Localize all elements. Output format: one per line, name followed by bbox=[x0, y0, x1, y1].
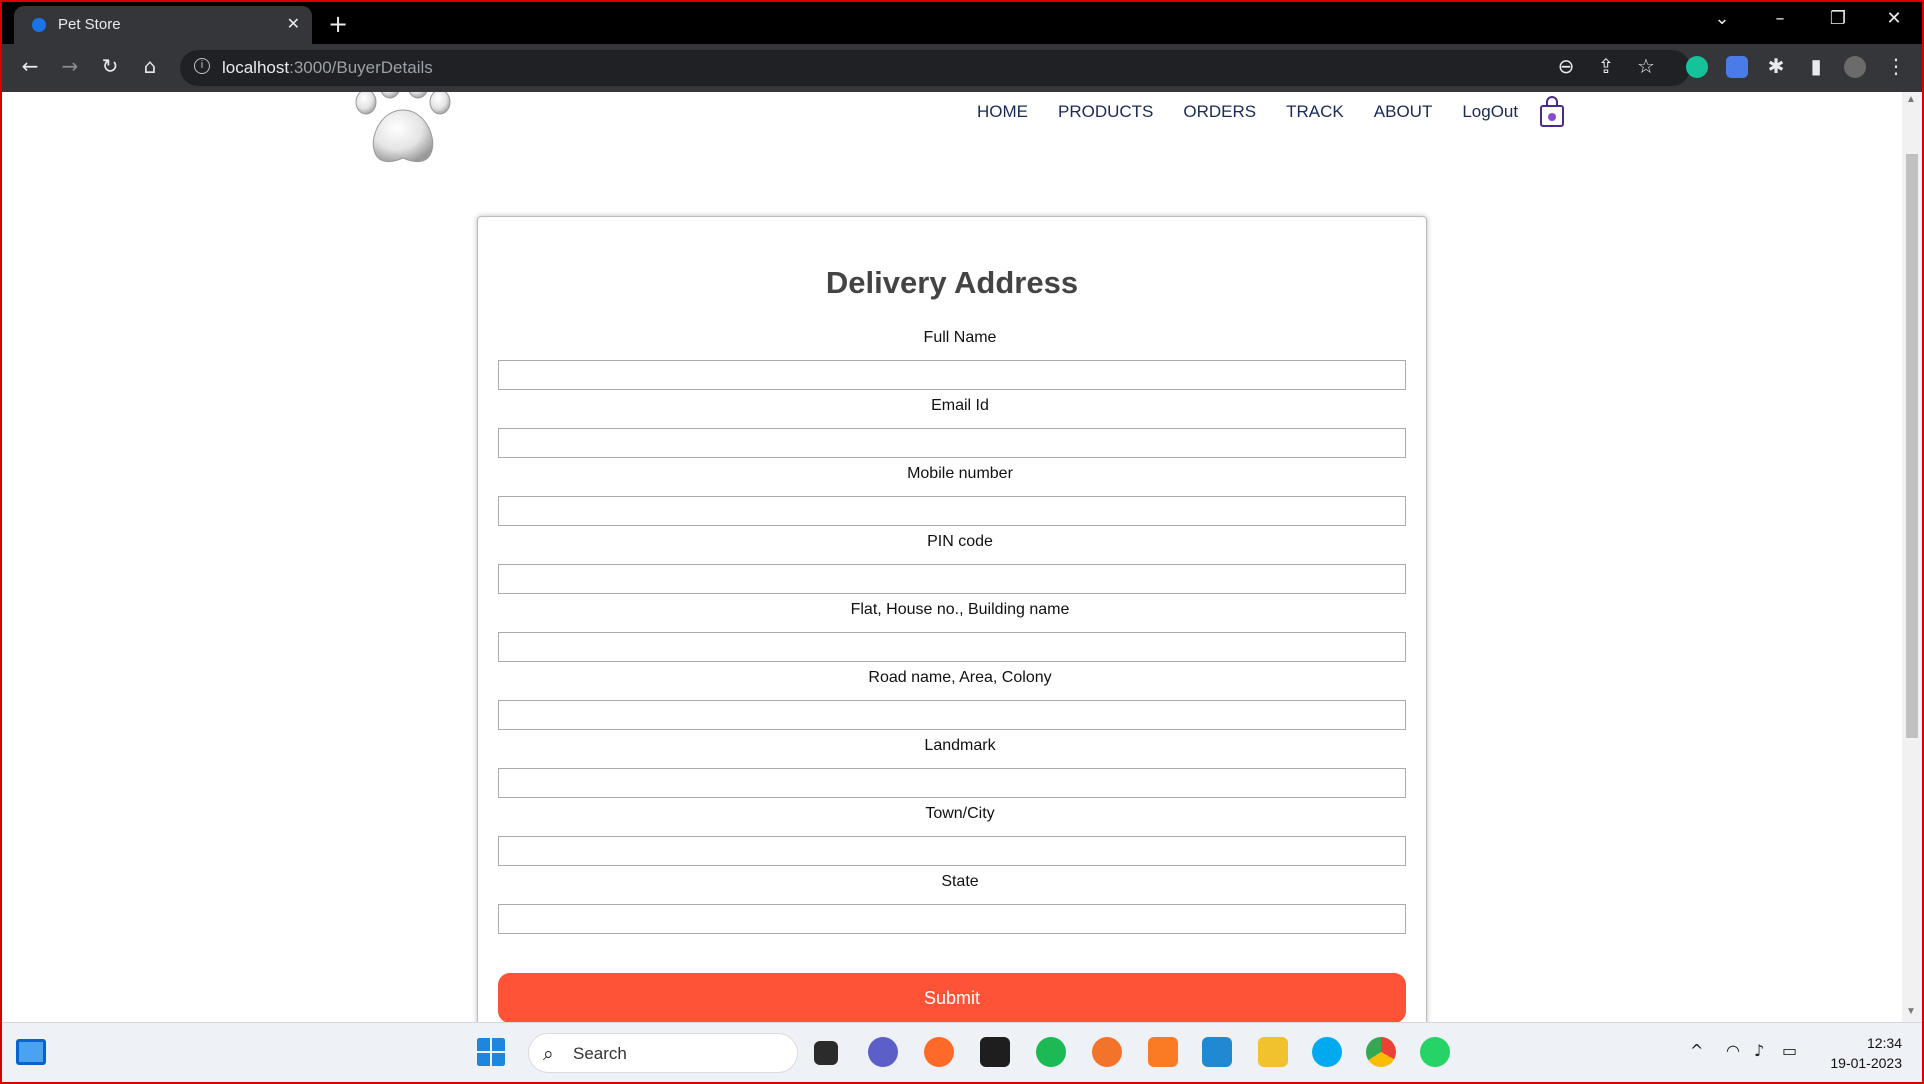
clock-date: 19-01-2023 bbox=[1830, 1055, 1902, 1071]
browser-window: Pet Store ✕ + ⌄ – ❐ ✕ ← → ↻ ⌂ i localhos… bbox=[2, 2, 1922, 1082]
field-full-name: Full Name bbox=[498, 329, 1406, 390]
field-state: State bbox=[498, 873, 1406, 934]
reload-icon[interactable]: ↻ bbox=[96, 54, 124, 78]
whatsapp-icon[interactable] bbox=[1420, 1037, 1450, 1067]
mobile-label: Mobile number bbox=[907, 465, 1013, 482]
email-input[interactable] bbox=[498, 428, 1406, 458]
town-city-input[interactable] bbox=[498, 836, 1406, 866]
url-text[interactable]: localhost:3000/BuyerDetails bbox=[222, 58, 433, 78]
nav-logout[interactable]: LogOut bbox=[1462, 102, 1518, 122]
field-road: Road name, Area, Colony bbox=[498, 669, 1406, 730]
taskbar-search-label: Search bbox=[573, 1044, 627, 1063]
file-explorer-icon[interactable] bbox=[1258, 1037, 1288, 1067]
extensions-puzzle-icon[interactable]: ✱ bbox=[1762, 54, 1790, 78]
teams-chat-icon[interactable] bbox=[868, 1037, 898, 1067]
form-title: Delivery Address bbox=[825, 265, 1079, 300]
widgets-icon[interactable] bbox=[16, 1039, 46, 1065]
system-clock[interactable]: 12:34 19-01-2023 bbox=[1830, 1033, 1902, 1073]
field-town-city: Town/City bbox=[498, 805, 1406, 866]
nav-orders[interactable]: ORDERS bbox=[1183, 102, 1256, 122]
back-icon[interactable]: ← bbox=[16, 54, 44, 78]
landmark-input[interactable] bbox=[498, 768, 1406, 798]
skype-icon[interactable] bbox=[1312, 1037, 1342, 1067]
windows-start-icon[interactable] bbox=[476, 1037, 506, 1067]
tab-pet-store[interactable]: Pet Store ✕ bbox=[14, 6, 312, 44]
chrome-icon[interactable] bbox=[1366, 1037, 1396, 1067]
nav-products[interactable]: PRODUCTS bbox=[1058, 102, 1153, 122]
url-path: :3000/BuyerDetails bbox=[289, 58, 433, 77]
flat-label: Flat, House no., Building name bbox=[850, 601, 1070, 618]
shopping-bag-icon[interactable] bbox=[1539, 96, 1565, 128]
tab-search-icon[interactable]: ⌄ bbox=[1702, 8, 1742, 29]
new-tab-button[interactable]: + bbox=[328, 10, 348, 38]
scrollbar-thumb[interactable] bbox=[1906, 154, 1918, 738]
address-bar[interactable]: i localhost:3000/BuyerDetails bbox=[180, 50, 1690, 86]
site-info-icon[interactable]: i bbox=[194, 58, 210, 74]
grammarly-extension-icon[interactable] bbox=[1686, 56, 1708, 78]
profile-avatar[interactable] bbox=[1844, 56, 1866, 78]
mobile-input[interactable] bbox=[498, 496, 1406, 526]
restore-button[interactable]: ❐ bbox=[1818, 8, 1858, 29]
show-hidden-icons-icon[interactable]: ^ bbox=[1690, 1041, 1703, 1060]
close-window-button[interactable]: ✕ bbox=[1874, 8, 1914, 29]
tab-close-icon[interactable]: ✕ bbox=[287, 14, 300, 33]
volume-icon[interactable]: ♪ bbox=[1754, 1041, 1764, 1060]
field-landmark: Landmark bbox=[498, 737, 1406, 798]
tab-strip: Pet Store ✕ + ⌄ – ❐ ✕ bbox=[2, 2, 1922, 44]
landmark-label: Landmark bbox=[924, 737, 996, 754]
road-input[interactable] bbox=[498, 700, 1406, 730]
url-host: localhost bbox=[222, 58, 290, 77]
page-scrollbar[interactable]: ▲ ▼ bbox=[1902, 92, 1922, 1022]
zoom-icon[interactable]: ⊖ bbox=[1552, 54, 1580, 78]
spotify-icon[interactable] bbox=[1036, 1037, 1066, 1067]
scroll-up-icon[interactable]: ▲ bbox=[1906, 94, 1916, 105]
nav-home[interactable]: HOME bbox=[977, 102, 1028, 122]
postman-icon[interactable] bbox=[1092, 1037, 1122, 1067]
browser-toolbar: ← → ↻ ⌂ i localhost:3000/BuyerDetails ⊖ … bbox=[2, 44, 1922, 92]
town-city-label: Town/City bbox=[925, 805, 995, 822]
delivery-address-card: Delivery Address Full Name Email Id Mobi… bbox=[477, 216, 1427, 1022]
task-view-icon[interactable] bbox=[814, 1041, 838, 1065]
forward-icon[interactable]: → bbox=[56, 54, 84, 78]
home-icon[interactable]: ⌂ bbox=[136, 54, 164, 78]
field-pin-code: PIN code bbox=[498, 533, 1406, 594]
terminal-icon[interactable] bbox=[980, 1037, 1010, 1067]
page-content: HOME PRODUCTS ORDERS TRACK ABOUT LogOut … bbox=[2, 92, 1902, 1022]
battery-icon[interactable]: ▭ bbox=[1782, 1041, 1797, 1060]
road-label: Road name, Area, Colony bbox=[868, 669, 1052, 686]
windows-taskbar: ⌕ Search ^ ◠ ♪ ▭ 12:34 19-01-2023 bbox=[2, 1022, 1922, 1082]
favicon-icon bbox=[32, 18, 46, 32]
paw-logo-icon[interactable] bbox=[352, 92, 454, 172]
nav-about[interactable]: ABOUT bbox=[1374, 102, 1433, 122]
clock-time: 12:34 bbox=[1866, 1035, 1902, 1051]
full-name-input[interactable] bbox=[498, 360, 1406, 390]
vscode-icon[interactable] bbox=[1202, 1037, 1232, 1067]
firefox-icon[interactable] bbox=[924, 1037, 954, 1067]
field-email: Email Id bbox=[498, 397, 1406, 458]
wifi-icon[interactable]: ◠ bbox=[1726, 1041, 1740, 1060]
minimize-button[interactable]: – bbox=[1760, 8, 1800, 29]
field-flat: Flat, House no., Building name bbox=[498, 601, 1406, 662]
share-icon[interactable]: ⇪ bbox=[1592, 54, 1620, 78]
tab-title: Pet Store bbox=[58, 16, 121, 33]
field-mobile: Mobile number bbox=[498, 465, 1406, 526]
taskbar-search-box[interactable]: ⌕ Search bbox=[528, 1033, 798, 1073]
pin-code-input[interactable] bbox=[498, 564, 1406, 594]
search-icon: ⌕ bbox=[543, 1043, 554, 1065]
pin-code-label: PIN code bbox=[927, 533, 993, 550]
scroll-down-icon[interactable]: ▼ bbox=[1906, 1006, 1916, 1017]
submit-button[interactable]: Submit bbox=[498, 973, 1406, 1022]
xampp-icon[interactable] bbox=[1148, 1037, 1178, 1067]
full-name-label: Full Name bbox=[923, 329, 997, 346]
translate-extension-icon[interactable] bbox=[1726, 56, 1748, 78]
email-label: Email Id bbox=[931, 397, 989, 414]
bookmark-star-icon[interactable]: ☆ bbox=[1632, 54, 1660, 78]
nav-track[interactable]: TRACK bbox=[1286, 102, 1344, 122]
state-input[interactable] bbox=[498, 904, 1406, 934]
flat-input[interactable] bbox=[498, 632, 1406, 662]
main-nav: HOME PRODUCTS ORDERS TRACK ABOUT LogOut bbox=[977, 102, 1548, 122]
state-label: State bbox=[941, 873, 979, 890]
browser-menu-icon[interactable]: ⋮ bbox=[1882, 54, 1910, 78]
side-panel-icon[interactable]: ▮ bbox=[1802, 54, 1830, 78]
